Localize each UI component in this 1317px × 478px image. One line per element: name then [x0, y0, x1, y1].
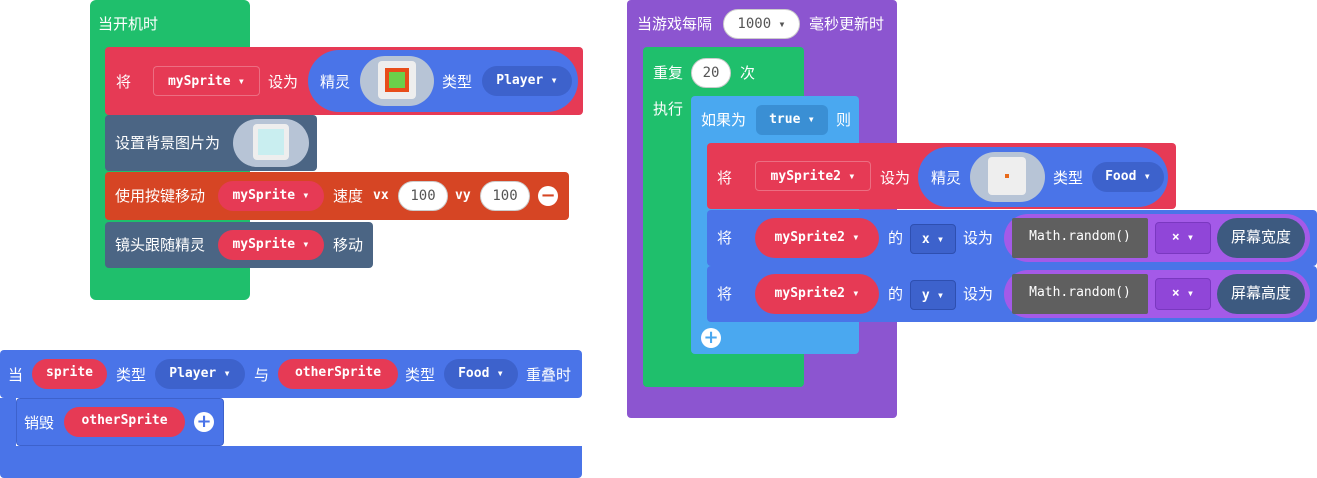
camera-label: 镜头跟随精灵	[115, 236, 206, 254]
vx-label: vx	[373, 188, 389, 203]
on-overlap-body	[0, 398, 16, 446]
vy-label: vy	[455, 188, 471, 203]
condition-dropdown[interactable]: true	[756, 105, 828, 135]
kind2-dropdown[interactable]: Food	[444, 359, 518, 389]
sprite-var[interactable]: sprite	[32, 359, 107, 389]
food-sprite-icon	[988, 157, 1026, 195]
move-var-dropdown[interactable]: mySprite	[218, 181, 324, 211]
food-set-prefix: 将	[717, 169, 733, 187]
vy-input[interactable]: 100	[480, 181, 530, 211]
type1-label: 类型	[116, 366, 147, 384]
x-math-random[interactable]: Math.random()	[1012, 218, 1148, 258]
interval-prefix: 当游戏每隔	[637, 15, 713, 33]
y-of-label: 的	[888, 285, 904, 303]
overlap-label: 重叠时	[526, 366, 572, 384]
set-to-label: 设为	[268, 73, 299, 91]
on-overlap-footer	[0, 446, 582, 478]
var-dropdown[interactable]: mySprite	[153, 66, 260, 96]
x-var-dropdown[interactable]: mySprite2	[755, 218, 879, 258]
repeat-label: 重复	[653, 64, 684, 82]
then-label: 则	[836, 111, 852, 129]
player-sprite-icon	[378, 61, 416, 99]
x-of-label: 的	[888, 229, 904, 247]
kind-dropdown[interactable]: Player	[482, 66, 572, 96]
food-set-to: 设为	[880, 169, 911, 187]
when-label: 当	[8, 366, 24, 384]
food-kind-dropdown[interactable]: Food	[1092, 162, 1164, 192]
y-set-prefix: 将	[717, 285, 733, 303]
food-image-picker[interactable]	[970, 152, 1045, 202]
add-parameter-icon[interactable]: +	[194, 412, 214, 432]
camera-var-dropdown[interactable]: mySprite	[218, 230, 324, 260]
with-label: 与	[254, 366, 270, 384]
food-sprite-label: 精灵	[931, 169, 962, 187]
sprite-label: 精灵	[320, 73, 351, 91]
type-label: 类型	[442, 73, 473, 91]
y-operator-dropdown[interactable]: ×	[1155, 278, 1211, 310]
destroy-label: 销毁	[24, 414, 55, 432]
x-screen-width[interactable]: 屏幕宽度	[1217, 218, 1305, 258]
food-var-dropdown[interactable]: mySprite2	[755, 161, 871, 191]
if-label: 如果为	[701, 111, 747, 129]
add-else-icon[interactable]: +	[701, 328, 721, 348]
type2-label: 类型	[405, 366, 436, 384]
vx-input[interactable]: 100	[398, 181, 448, 211]
x-prop-dropdown[interactable]: x	[910, 224, 956, 254]
background-image-picker[interactable]	[233, 119, 309, 167]
move-label: 使用按键移动	[115, 187, 206, 205]
speed-label: 速度	[333, 187, 364, 205]
y-var-dropdown[interactable]: mySprite2	[755, 274, 879, 314]
repeat-count-input[interactable]: 20	[691, 58, 731, 88]
y-math-random[interactable]: Math.random()	[1012, 274, 1148, 314]
destroy-var[interactable]: otherSprite	[64, 407, 185, 437]
food-type-label: 类型	[1053, 169, 1084, 187]
sprite-image-picker[interactable]	[360, 56, 434, 106]
remove-parameter-icon[interactable]: −	[538, 186, 558, 206]
camera-suffix: 移动	[333, 236, 364, 254]
y-screen-height[interactable]: 屏幕高度	[1217, 274, 1305, 314]
kind1-dropdown[interactable]: Player	[155, 359, 245, 389]
x-set-to: 设为	[963, 229, 994, 247]
repeat-do: 执行	[653, 100, 684, 118]
interval-ms-dropdown[interactable]: 1000	[723, 9, 800, 39]
interval-suffix: 毫秒更新时	[809, 15, 885, 33]
set-prefix: 将	[116, 73, 132, 91]
y-set-to: 设为	[963, 285, 994, 303]
repeat-times: 次	[740, 64, 756, 82]
y-prop-dropdown[interactable]: y	[910, 280, 956, 310]
background-label: 设置背景图片为	[115, 134, 221, 152]
background-swatch-icon	[253, 124, 289, 160]
on-start-label: 当开机时	[98, 15, 159, 33]
x-operator-dropdown[interactable]: ×	[1155, 222, 1211, 254]
x-set-prefix: 将	[717, 229, 733, 247]
other-sprite-var[interactable]: otherSprite	[278, 359, 398, 389]
